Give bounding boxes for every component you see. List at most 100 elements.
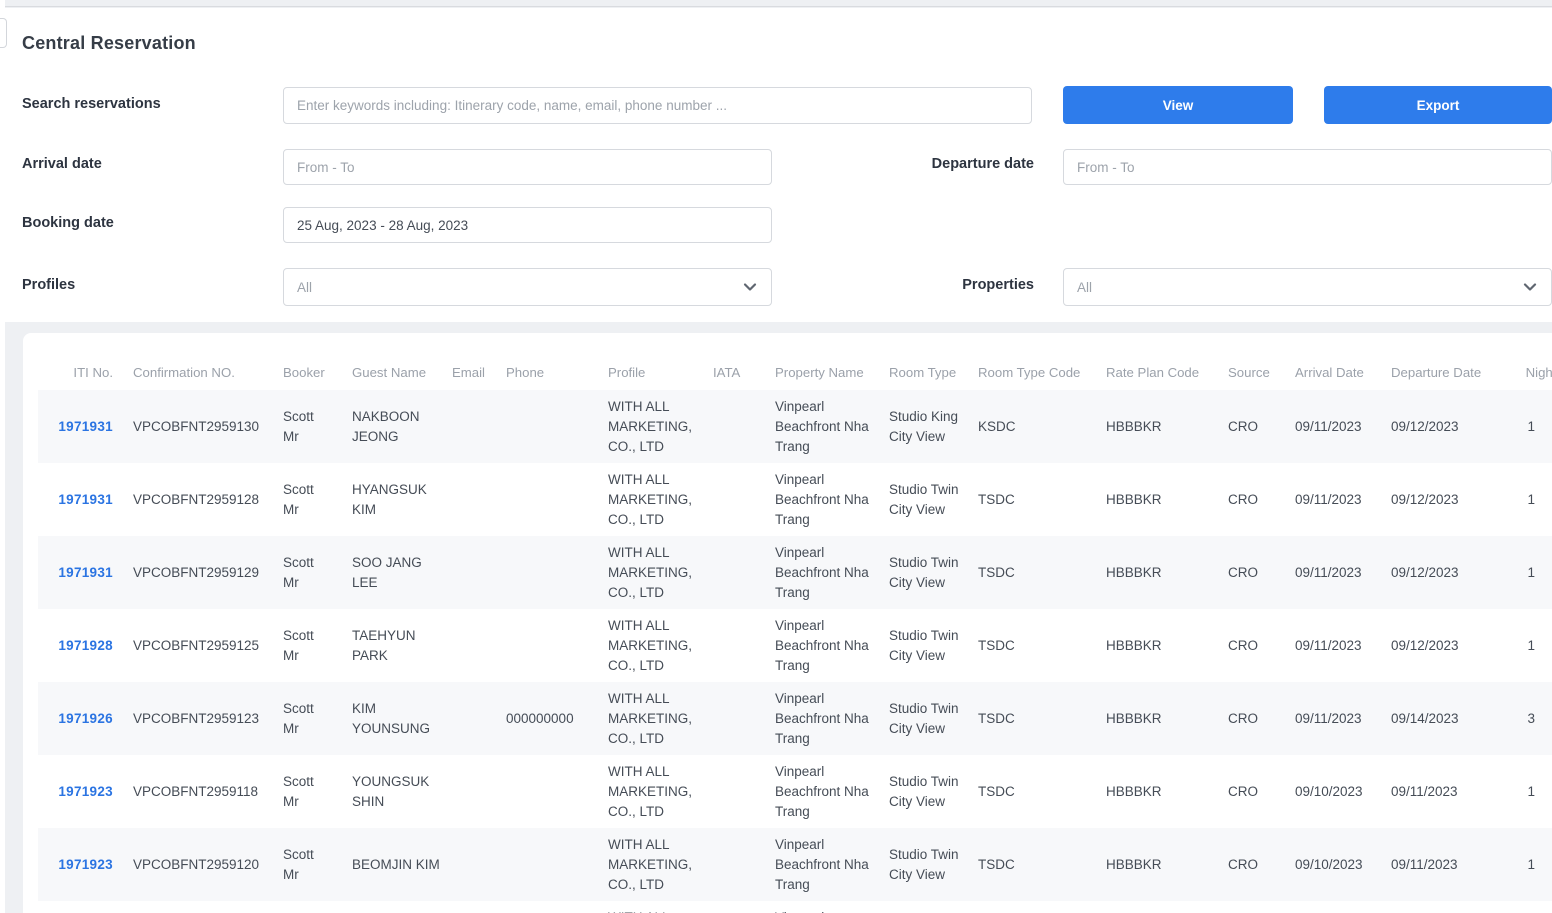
cell-profile: WITH ALL MARKETING, CO., LTD xyxy=(598,689,703,749)
collapsed-side-panel xyxy=(0,0,5,913)
iti-number-link[interactable]: 1971931 xyxy=(58,419,113,434)
cell-departure-date: 09/11/2023 xyxy=(1381,782,1503,802)
cell-iti-no: 1971926 xyxy=(38,709,123,729)
cell-booker: Scott Mr xyxy=(273,845,342,885)
cell-departure-date: 09/12/2023 xyxy=(1381,636,1503,656)
cell-source: CRO xyxy=(1218,490,1285,510)
cell-iti-no: 1971928 xyxy=(38,636,123,656)
search-placeholder: Enter keywords including: Itinerary code… xyxy=(297,98,727,113)
iti-number-link[interactable]: 1971931 xyxy=(58,492,113,507)
cell-rate-plan-code: HBBBKR xyxy=(1096,417,1218,437)
column-header-confirmation-no: Confirmation NO. xyxy=(123,365,273,380)
iti-number-link[interactable]: 1971923 xyxy=(58,784,113,799)
cell-nights: 1 xyxy=(1503,417,1552,437)
cell-nights: 3 xyxy=(1503,709,1552,729)
cell-booker: Scott Mr xyxy=(273,407,342,447)
properties-value: All xyxy=(1077,280,1092,295)
cell-source: CRO xyxy=(1218,563,1285,583)
drawer-handle[interactable] xyxy=(0,18,7,48)
profiles-value: All xyxy=(297,280,312,295)
cell-nights: 1 xyxy=(1503,855,1552,875)
view-button[interactable]: View xyxy=(1063,86,1293,124)
cell-arrival-date: 09/11/2023 xyxy=(1285,709,1381,729)
profiles-select[interactable]: All xyxy=(283,268,772,306)
cell-rate-plan-code: HBBBKR xyxy=(1096,490,1218,510)
cell-nights: 1 xyxy=(1503,636,1552,656)
chevron-down-icon xyxy=(742,279,758,295)
table-row: 1971923VPCOBFNT2959120Scott MrBEOMJIN KI… xyxy=(38,828,1552,901)
cell-departure-date: 09/14/2023 xyxy=(1381,709,1503,729)
table-row: 1971931VPCOBFNT2959130Scott MrNAKBOON JE… xyxy=(38,390,1552,463)
departure-date-input[interactable]: From - To xyxy=(1063,149,1552,185)
cell-profile: WITH ALL MARKETING, CO., LTD xyxy=(598,835,703,895)
column-header-room-type-code: Room Type Code xyxy=(968,365,1096,380)
search-input[interactable]: Enter keywords including: Itinerary code… xyxy=(283,87,1032,124)
cell-property-name: Vinpearl Beachfront Nha Trang xyxy=(765,908,879,913)
departure-date-placeholder: From - To xyxy=(1077,160,1135,175)
cell-property-name: Vinpearl Beachfront Nha Trang xyxy=(765,689,879,749)
cell-room-type: Studio Twin City View xyxy=(879,626,968,666)
table-row: 1971931VPCOBFNT2959129Scott MrSOO JANG L… xyxy=(38,536,1552,609)
iti-number-link[interactable]: 1971931 xyxy=(58,565,113,580)
table-header-row: ITI No.Confirmation NO.BookerGuest NameE… xyxy=(38,333,1552,390)
reservations-table: ITI No.Confirmation NO.BookerGuest NameE… xyxy=(23,333,1552,913)
cell-departure-date: 09/12/2023 xyxy=(1381,490,1503,510)
cell-booker: Scott Mr xyxy=(273,772,342,812)
cell-room-type-code: TSDC xyxy=(968,490,1096,510)
cell-source: CRO xyxy=(1218,855,1285,875)
cell-property-name: Vinpearl Beachfront Nha Trang xyxy=(765,835,879,895)
cell-booker: Scott Mr xyxy=(273,553,342,593)
cell-nights: 1 xyxy=(1503,490,1552,510)
cell-profile: WITH ALL MARKETING, CO., LTD xyxy=(598,470,703,530)
cell-phone: 000000000 xyxy=(496,709,598,729)
cell-booker: Scott Mr xyxy=(273,626,342,666)
cell-property-name: Vinpearl Beachfront Nha Trang xyxy=(765,762,879,822)
cell-room-type-code: TSDC xyxy=(968,709,1096,729)
cell-guest-name: SOO JANG LEE xyxy=(342,553,442,593)
cell-room-type: Studio King City View xyxy=(879,407,968,447)
cell-property-name: Vinpearl Beachfront Nha Trang xyxy=(765,470,879,530)
cell-source: CRO xyxy=(1218,636,1285,656)
column-header-phone: Phone xyxy=(496,365,598,380)
cell-room-type-code: TSDC xyxy=(968,563,1096,583)
cell-guest-name: TAEHYUN PARK xyxy=(342,626,442,666)
cell-room-type-code: KSDC xyxy=(968,417,1096,437)
cell-arrival-date: 09/11/2023 xyxy=(1285,417,1381,437)
profiles-label: Profiles xyxy=(22,277,75,293)
departure-date-label: Departure date xyxy=(860,156,1034,172)
cell-booker: Scott Mr xyxy=(273,480,342,520)
column-header-departure-date: Departure Date xyxy=(1381,365,1503,380)
iti-number-link[interactable]: 1971928 xyxy=(58,638,113,653)
cell-rate-plan-code: HBBBKR xyxy=(1096,636,1218,656)
cell-departure-date: 09/12/2023 xyxy=(1381,563,1503,583)
booking-date-input[interactable]: 25 Aug, 2023 - 28 Aug, 2023 xyxy=(283,207,772,243)
column-header-nights: Nights xyxy=(1503,365,1552,380)
table-body: 1971931VPCOBFNT2959130Scott MrNAKBOON JE… xyxy=(38,390,1552,913)
column-header-iata: IATA xyxy=(703,365,765,380)
cell-source: CRO xyxy=(1218,709,1285,729)
properties-select[interactable]: All xyxy=(1063,268,1552,306)
cell-iti-no: 1971931 xyxy=(38,490,123,510)
cell-confirmation-no: VPCOBFNT2959123 xyxy=(123,709,273,729)
column-header-room-type: Room Type xyxy=(879,365,968,380)
iti-number-link[interactable]: 1971926 xyxy=(58,711,113,726)
cell-room-type: Studio Twin City View xyxy=(879,772,968,812)
cell-guest-name: HYANGSUK KIM xyxy=(342,480,442,520)
cell-arrival-date: 09/10/2023 xyxy=(1285,855,1381,875)
cell-property-name: Vinpearl Beachfront Nha Trang xyxy=(765,616,879,676)
cell-booker: Scott Mr xyxy=(273,699,342,739)
cell-profile: WITH ALL MARKETING, CO., LTD xyxy=(598,616,703,676)
table-row: 1971926VPCOBFNT2959123Scott MrKIM YOUNSU… xyxy=(38,682,1552,755)
cell-room-type: Studio Twin City View xyxy=(879,699,968,739)
iti-number-link[interactable]: 1971923 xyxy=(58,857,113,872)
cell-room-type-code: TSDC xyxy=(968,636,1096,656)
cell-arrival-date: 09/11/2023 xyxy=(1285,490,1381,510)
arrival-date-input[interactable]: From - To xyxy=(283,149,772,185)
arrival-date-label: Arrival date xyxy=(22,156,102,172)
column-header-profile: Profile xyxy=(598,365,703,380)
cell-arrival-date: 09/10/2023 xyxy=(1285,782,1381,802)
export-button[interactable]: Export xyxy=(1324,86,1552,124)
column-header-arrival-date: Arrival Date xyxy=(1285,365,1381,380)
cell-rate-plan-code: HBBBKR xyxy=(1096,563,1218,583)
cell-guest-name: YOUNGSUK SHIN xyxy=(342,772,442,812)
